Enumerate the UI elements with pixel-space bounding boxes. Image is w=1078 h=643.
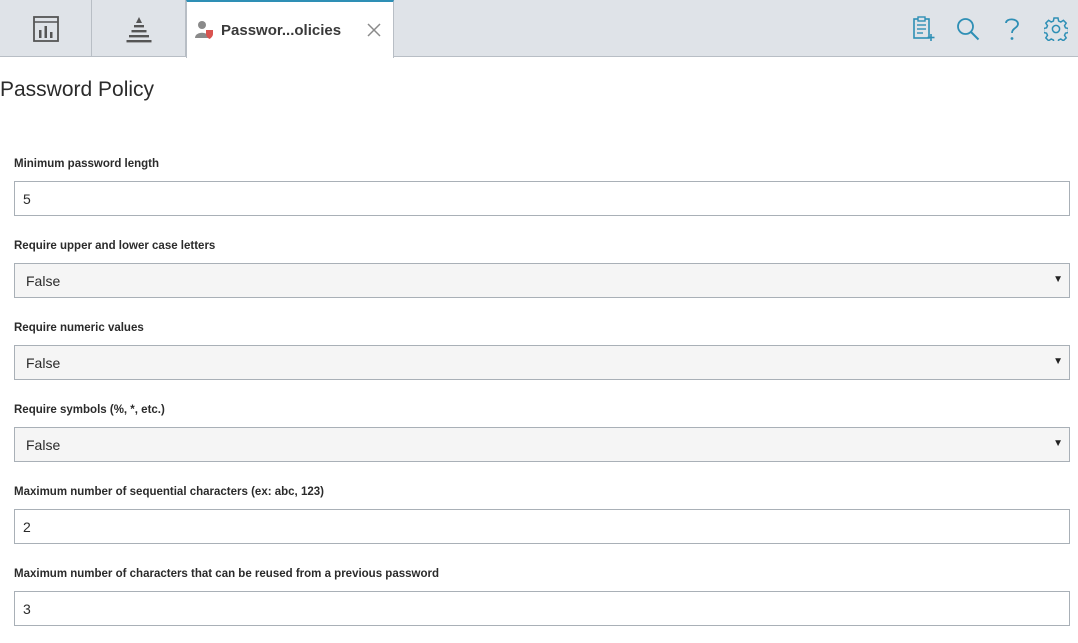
close-icon[interactable] [365, 21, 383, 39]
numeric-value: False [26, 354, 61, 371]
settings-button[interactable] [1034, 7, 1078, 51]
symbols-label: Require symbols (%, *, etc.) [14, 404, 165, 416]
help-button[interactable] [990, 7, 1034, 51]
numeric-label: Require numeric values [14, 322, 144, 334]
search-icon [957, 17, 980, 40]
numeric-select[interactable]: False ▼ [14, 345, 1070, 380]
min-length-label: Minimum password length [14, 158, 160, 170]
top-bar: Passwor...olicies [0, 0, 1078, 58]
sequential-input[interactable] [14, 509, 1070, 544]
symbols-select[interactable]: False ▼ [14, 427, 1070, 462]
reuse-label: Maximum number of characters that can be… [14, 568, 439, 580]
page-title: Password Policy [0, 78, 155, 101]
dropdown-caret-icon: ▼ [1053, 356, 1063, 367]
sequential-label: Maximum number of sequential characters … [14, 486, 324, 498]
top-actions [902, 0, 1078, 57]
search-button[interactable] [946, 7, 990, 51]
user-policy-icon [193, 19, 215, 41]
settings-icon [1044, 16, 1068, 41]
dropdown-caret-icon: ▼ [1053, 274, 1063, 285]
tab-password-policies[interactable]: Passwor...olicies [186, 0, 394, 58]
dashboard-icon [32, 15, 59, 42]
reuse-input[interactable] [14, 591, 1070, 626]
help-icon [1005, 17, 1019, 40]
new-report-icon [913, 15, 935, 41]
symbols-value: False [26, 436, 61, 453]
upper-lower-value: False [26, 272, 61, 289]
new-report-button[interactable] [902, 7, 946, 51]
upper-lower-select[interactable]: False ▼ [14, 263, 1070, 298]
min-length-input[interactable] [14, 181, 1070, 216]
upper-lower-label: Require upper and lower case letters [14, 240, 216, 252]
tab-hierarchy[interactable] [92, 0, 186, 57]
hierarchy-icon [126, 16, 151, 42]
tab-dashboard[interactable] [0, 0, 92, 57]
tab-label: Passwor...olicies [221, 21, 342, 39]
dropdown-caret-icon: ▼ [1053, 438, 1063, 449]
